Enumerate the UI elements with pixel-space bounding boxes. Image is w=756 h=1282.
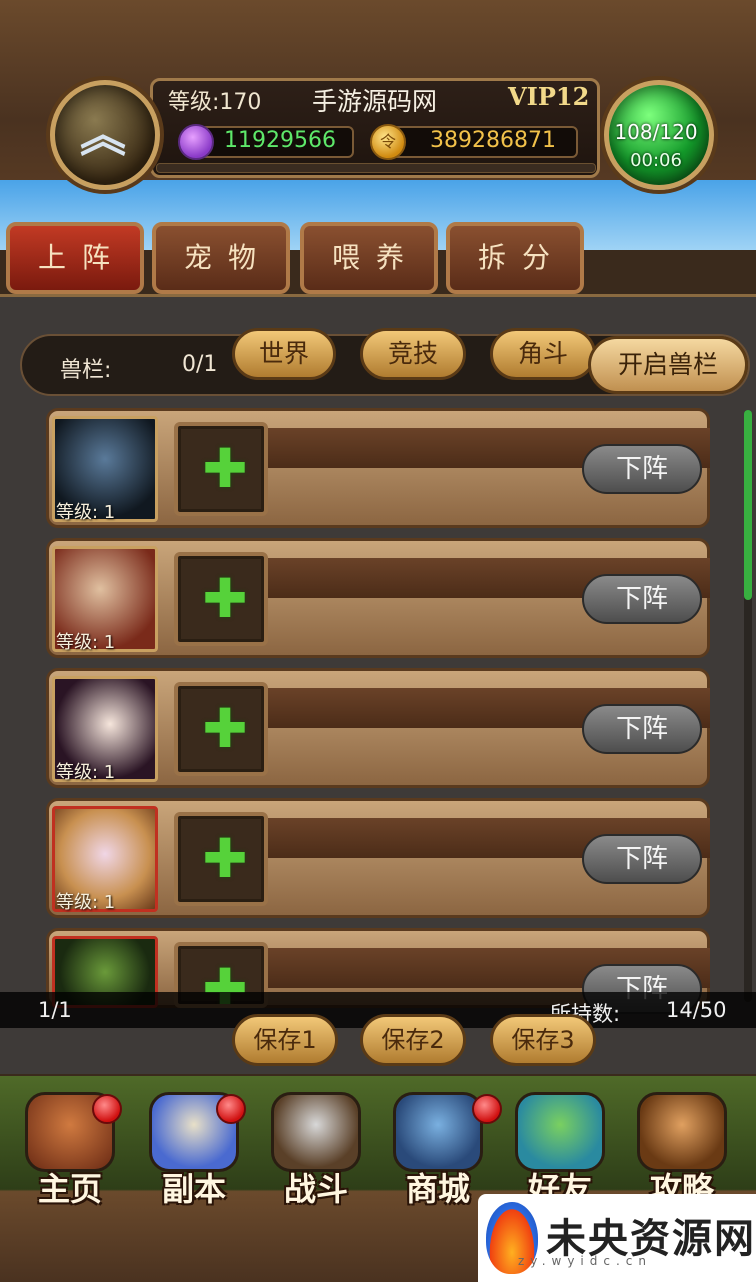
plus-icon: ✚ [202, 697, 248, 760]
coin-count: 389286871 [430, 128, 556, 153]
save1-button[interactable]: 保存1 [232, 1014, 338, 1066]
pen-count: 0/1 [182, 352, 218, 377]
player-level: 等级:170 [168, 90, 262, 115]
tab-pets[interactable]: 宠物 [152, 222, 290, 294]
gem-icon [178, 124, 214, 160]
exp-bar [156, 163, 596, 173]
nav-dungeon-label: 副本 [161, 1170, 226, 1208]
nav-battle[interactable]: 战斗 [258, 1092, 374, 1212]
gladiator-button[interactable]: 角斗 [490, 328, 596, 380]
notification-badge [92, 1094, 122, 1124]
hero-level: 等级: 1 [56, 632, 116, 653]
axe-sword-icon [271, 1092, 361, 1172]
world-button[interactable]: 世界 [232, 328, 336, 380]
remove-button[interactable]: 下阵 [582, 444, 702, 494]
notification-badge [216, 1094, 246, 1124]
plus-icon: ✚ [202, 567, 248, 630]
hero-level: 等级: 1 [56, 502, 116, 523]
watermark-url: zy.wyidc.cn [518, 1254, 652, 1268]
stamina-value: 108/120 [614, 120, 698, 144]
scrollbar-thumb[interactable] [744, 410, 752, 600]
rank-chevron-icon: ︽ [80, 108, 126, 162]
nav-battle-label: 战斗 [283, 1170, 348, 1208]
remove-button[interactable]: 下阵 [582, 574, 702, 624]
add-pet-slot[interactable]: ✚ [174, 552, 268, 646]
plus-icon: ✚ [202, 437, 248, 500]
player-name: 手游源码网 [312, 87, 438, 116]
coin-icon: 令 [370, 124, 406, 160]
remove-button[interactable]: 下阵 [582, 704, 702, 754]
stamina-timer: 00:06 [630, 150, 682, 171]
plus-icon: ✚ [202, 827, 248, 890]
open-pen-button[interactable]: 开启兽栏 [588, 336, 748, 394]
gem-count: 11929566 [224, 128, 336, 153]
add-pet-slot[interactable]: ✚ [174, 422, 268, 516]
add-pet-slot[interactable]: ✚ [174, 682, 268, 776]
friends-icon [515, 1092, 605, 1172]
book-icon [637, 1092, 727, 1172]
hero-level: 等级: 1 [56, 762, 116, 783]
tab-deploy[interactable]: 上阵 [6, 222, 144, 294]
pen-label: 兽栏: [60, 358, 112, 383]
nav-home-label: 主页 [37, 1170, 102, 1208]
monster-shop-icon [393, 1092, 483, 1172]
add-pet-slot[interactable]: ✚ [174, 812, 268, 906]
page-indicator: 1/1 [38, 998, 72, 1022]
arena-button[interactable]: 竞技 [360, 328, 466, 380]
vip-badge[interactable]: VIP12 [508, 82, 589, 111]
hero-level: 等级: 1 [56, 892, 116, 913]
tab-dismantle[interactable]: 拆分 [446, 222, 584, 294]
notification-badge [472, 1094, 502, 1124]
save3-button[interactable]: 保存3 [490, 1014, 596, 1066]
remove-button[interactable]: 下阵 [582, 834, 702, 884]
save2-button[interactable]: 保存2 [360, 1014, 466, 1066]
tab-feed[interactable]: 喂养 [300, 222, 438, 294]
held-count: 14/50 [666, 998, 727, 1022]
